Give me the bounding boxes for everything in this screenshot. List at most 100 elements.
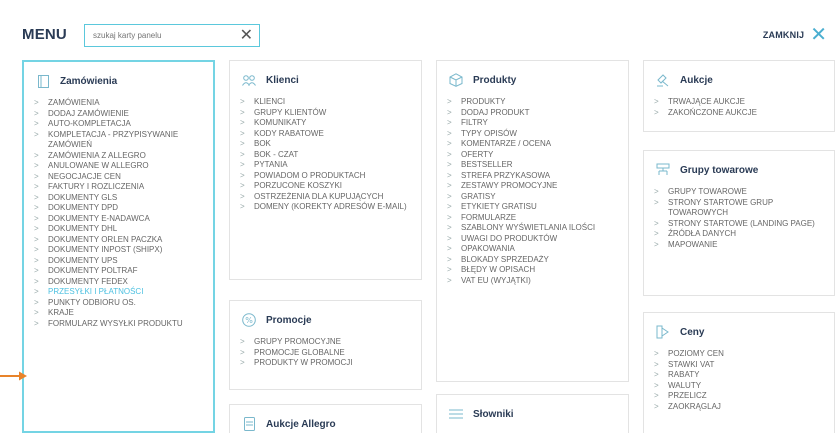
- menu-link[interactable]: DOKUMENTY INPOST (SHIPX): [24, 245, 213, 256]
- menu-link[interactable]: UWAGI DO PRODUKTÓW: [437, 234, 628, 245]
- card-title: Słowniki: [473, 408, 514, 420]
- menu-link[interactable]: PROMOCJE GLOBALNE: [230, 348, 421, 359]
- menu-link[interactable]: BOK - CZAT: [230, 150, 421, 161]
- menu-link[interactable]: GRATISY: [437, 192, 628, 203]
- card-list: POZIOMY CENSTAWKI VATRABATYWALUTYPRZELIC…: [644, 349, 834, 412]
- card-header[interactable]: Zamówienia: [36, 72, 213, 90]
- menu-link[interactable]: PRZESYŁKI I PŁATNOŚCI: [24, 287, 213, 298]
- card-ceny: Ceny POZIOMY CENSTAWKI VATRABATYWALUTYPR…: [643, 312, 835, 433]
- clear-search-icon[interactable]: ✕: [240, 27, 253, 45]
- menu-link[interactable]: PUNKTY ODBIORU OS.: [24, 298, 213, 309]
- menu-link[interactable]: DODAJ ZAMÓWIENIE: [24, 109, 213, 120]
- menu-link[interactable]: DOKUMENTY DHL: [24, 224, 213, 235]
- menu-link[interactable]: DOKUMENTY FEDEX: [24, 277, 213, 288]
- card-header[interactable]: Słowniki: [449, 405, 628, 423]
- menu-link[interactable]: STREFA PRZYKASOWA: [437, 171, 628, 182]
- card-klienci: Klienci KLIENCIGRUPY KLIENTÓWKOMUNIKATYK…: [229, 60, 422, 280]
- card-header[interactable]: Produkty: [449, 71, 628, 89]
- menu-link[interactable]: ANULOWANE W ALLEGRO: [24, 161, 213, 172]
- menu-link[interactable]: FAKTURY I ROZLICZENIA: [24, 182, 213, 193]
- menu-link[interactable]: OPAKOWANIA: [437, 244, 628, 255]
- menu-link[interactable]: OFERTY: [437, 150, 628, 161]
- menu-link[interactable]: DOKUMENTY POLTRAF: [24, 266, 213, 277]
- card-slowniki: Słowniki: [436, 394, 629, 433]
- menu-link[interactable]: POWIADOM O PRODUKTACH: [230, 171, 421, 182]
- card-title: Promocje: [266, 314, 312, 326]
- menu-link[interactable]: FILTRY: [437, 118, 628, 129]
- close-menu-button[interactable]: ZAMKNIJ ✕: [763, 25, 827, 45]
- menu-link[interactable]: PORZUCONE KOSZYKI: [230, 181, 421, 192]
- menu-link[interactable]: KRAJE: [24, 308, 213, 319]
- menu-link[interactable]: DOKUMENTY DPD: [24, 203, 213, 214]
- menu-title: MENU: [22, 26, 67, 43]
- menu-link[interactable]: DOKUMENTY GLS: [24, 193, 213, 204]
- menu-link[interactable]: DOKUMENTY E-NADAWCA: [24, 214, 213, 225]
- menu-link[interactable]: PRZELICZ: [644, 391, 834, 402]
- menu-link[interactable]: DOKUMENTY ORLEN PACZKA: [24, 235, 213, 246]
- menu-link[interactable]: ZAOKRĄGLAJ: [644, 402, 834, 413]
- menu-link[interactable]: GRUPY KLIENTÓW: [230, 108, 421, 119]
- menu-link[interactable]: VAT EU (WYJĄTKI): [437, 276, 628, 287]
- card-header[interactable]: % Promocje: [242, 311, 421, 329]
- close-icon[interactable]: ✕: [810, 25, 827, 45]
- menu-link[interactable]: BESTSELLER: [437, 160, 628, 171]
- menu-link[interactable]: PRODUKTY: [437, 97, 628, 108]
- menu-link[interactable]: STAWKI VAT: [644, 360, 834, 371]
- menu-link[interactable]: ZAKOŃCZONE AUKCJE: [644, 108, 834, 119]
- group-icon: [656, 163, 670, 177]
- menu-link[interactable]: DODAJ PRODUKT: [437, 108, 628, 119]
- card-header[interactable]: Ceny: [656, 323, 834, 341]
- card-header[interactable]: Aukcje Allegro: [242, 415, 421, 433]
- menu-link[interactable]: PRODUKTY W PROMOCJI: [230, 358, 421, 369]
- card-list: GRUPY PROMOCYJNEPROMOCJE GLOBALNEPRODUKT…: [230, 337, 421, 369]
- menu-link[interactable]: KLIENCI: [230, 97, 421, 108]
- card-list: GRUPY TOWAROWESTRONY STARTOWE GRUP TOWAR…: [644, 187, 834, 250]
- search-input[interactable]: [85, 25, 225, 46]
- card-promocje: % Promocje GRUPY PROMOCYJNEPROMOCJE GLOB…: [229, 300, 422, 390]
- menu-link[interactable]: ZESTAWY PROMOCYJNE: [437, 181, 628, 192]
- menu-link[interactable]: MAPOWANIE: [644, 240, 834, 251]
- menu-link[interactable]: DOKUMENTY UPS: [24, 256, 213, 267]
- menu-link[interactable]: OSTRZEŻENIA DLA KUPUJĄCYCH: [230, 192, 421, 203]
- menu-link[interactable]: ZAMÓWIENIA: [24, 98, 213, 109]
- price-icon: [656, 325, 670, 339]
- menu-link[interactable]: KOMPLETACJA - PRZYPISYWANIE ZAMÓWIEŃ: [24, 130, 213, 151]
- card-header[interactable]: Aukcje: [656, 71, 834, 89]
- menu-link[interactable]: BOK: [230, 139, 421, 150]
- card-header[interactable]: Grupy towarowe: [656, 161, 834, 179]
- top-bar: MENU ✕ ZAMKNIJ ✕: [0, 0, 835, 56]
- search-box[interactable]: ✕: [84, 24, 260, 47]
- menu-link[interactable]: GRUPY TOWAROWE: [644, 187, 834, 198]
- menu-link[interactable]: BLOKADY SPRZEDAŻY: [437, 255, 628, 266]
- auction-icon: [656, 73, 670, 87]
- card-aukcje-allegro: Aukcje Allegro: [229, 404, 422, 433]
- menu-link[interactable]: PYTANIA: [230, 160, 421, 171]
- menu-link[interactable]: TRWAJĄCE AUKCJE: [644, 97, 834, 108]
- menu-link[interactable]: ŹRÓDŁA DANYCH: [644, 229, 834, 240]
- menu-link[interactable]: KOMUNIKATY: [230, 118, 421, 129]
- menu-link[interactable]: KOMENTARZE / OCENA: [437, 139, 628, 150]
- menu-link[interactable]: WALUTY: [644, 381, 834, 392]
- menu-link[interactable]: ZAMÓWIENIA Z ALLEGRO: [24, 151, 213, 162]
- menu-link[interactable]: KODY RABATOWE: [230, 129, 421, 140]
- menu-link[interactable]: BŁĘDY W OPISACH: [437, 265, 628, 276]
- menu-link[interactable]: FORMULARZE: [437, 213, 628, 224]
- menu-link[interactable]: TYPY OPISÓW: [437, 129, 628, 140]
- menu-link[interactable]: NEGOCJACJE CEN: [24, 172, 213, 183]
- menu-link[interactable]: FORMULARZ WYSYŁKI PRODUKTU: [24, 319, 213, 330]
- menu-link[interactable]: DOMENY (KOREKTY ADRESÓW E-MAIL): [230, 202, 421, 213]
- card-title: Zamówienia: [60, 75, 118, 87]
- menu-link[interactable]: AUTO-KOMPLETACJA: [24, 119, 213, 130]
- menu-link[interactable]: ETYKIETY GRATISU: [437, 202, 628, 213]
- menu-link[interactable]: STRONY STARTOWE (LANDING PAGE): [644, 219, 834, 230]
- card-list: KLIENCIGRUPY KLIENTÓWKOMUNIKATYKODY RABA…: [230, 97, 421, 213]
- menu-link[interactable]: STRONY STARTOWE GRUP TOWAROWYCH: [644, 198, 834, 219]
- menu-link[interactable]: POZIOMY CEN: [644, 349, 834, 360]
- menu-link[interactable]: SZABLONY WYŚWIETLANIA ILOŚCI: [437, 223, 628, 234]
- menu-link[interactable]: GRUPY PROMOCYJNE: [230, 337, 421, 348]
- card-aukcje: Aukcje TRWAJĄCE AUKCJEZAKOŃCZONE AUKCJE: [643, 60, 835, 132]
- card-title: Aukcje: [680, 74, 713, 86]
- menu-link[interactable]: RABATY: [644, 370, 834, 381]
- card-title: Aukcje Allegro: [266, 418, 336, 430]
- card-header[interactable]: Klienci: [242, 71, 421, 89]
